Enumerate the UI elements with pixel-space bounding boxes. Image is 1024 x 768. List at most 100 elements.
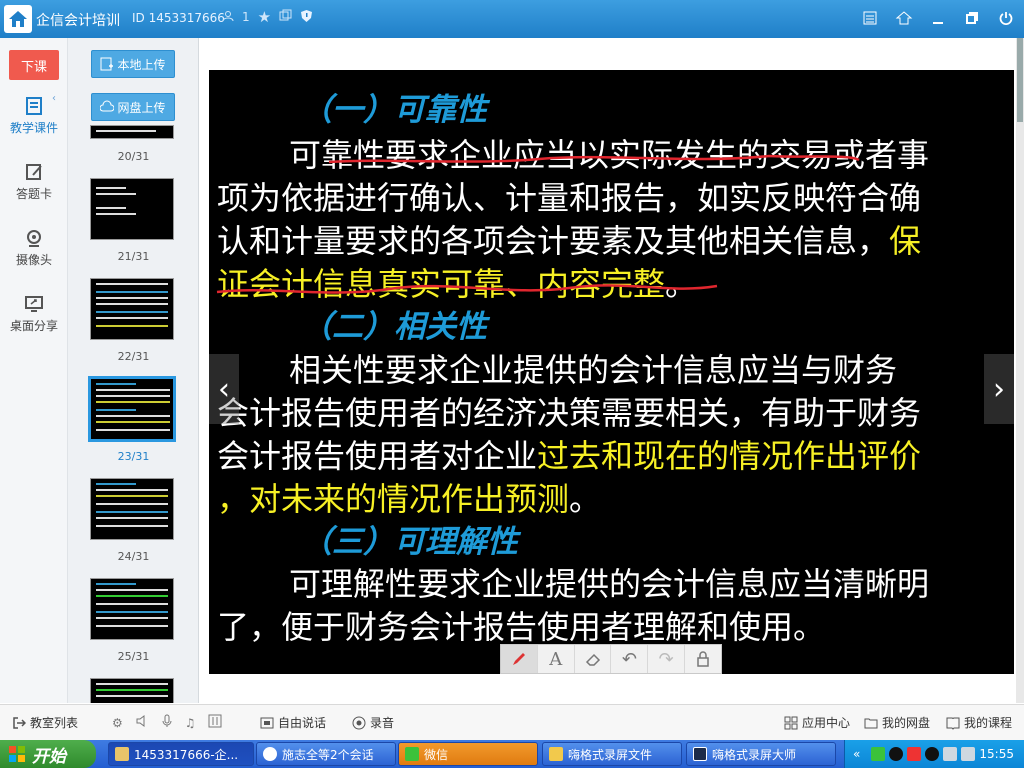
folder-icon <box>549 747 563 761</box>
annotation-underline <box>216 284 718 294</box>
page-thumbnail[interactable] <box>90 578 174 640</box>
screen-share-icon <box>25 296 43 312</box>
cloud-icon <box>100 100 115 112</box>
exit-icon <box>13 716 26 729</box>
my-drive-button[interactable]: 我的网盘 <box>864 714 930 731</box>
sidebar-item-courseware[interactable]: 教学课件 <box>0 96 68 136</box>
clock[interactable]: 15:55 <box>979 747 1014 761</box>
qq-tray-icon-2[interactable] <box>925 747 939 761</box>
sidebar-item-label: 教学课件 <box>9 121 58 135</box>
my-drive-label: 我的网盘 <box>882 716 931 730</box>
mixer-icon[interactable] <box>208 714 222 731</box>
vertical-scrollbar[interactable] <box>1016 38 1024 703</box>
undo-icon[interactable]: ↶ <box>611 645 649 673</box>
window-controls <box>858 6 1018 30</box>
my-course-label: 我的课程 <box>964 716 1013 730</box>
annotation-toolbar: A ↶ ↷ <box>500 644 722 674</box>
app-icon <box>115 747 129 761</box>
title-bar: 企信会计培训 ID 1453317666 1 ★ <box>0 0 1024 38</box>
slide-stage: （一）可靠性 可靠性要求企业应当以实际发生的交易或者事 项为依据进行确认、计量和… <box>199 38 1024 703</box>
sidebar-item-camera[interactable]: 摄像头 <box>0 228 68 268</box>
left-sidebar: 下课 ‹ 教学课件 答题卡 摄像头 桌面分享 <box>0 38 68 703</box>
my-course-button[interactable]: 我的课程 <box>946 714 1012 731</box>
slide[interactable]: （一）可靠性 可靠性要求企业应当以实际发生的交易或者事 项为依据进行确认、计量和… <box>209 70 1014 674</box>
eraser-icon[interactable] <box>575 645 612 673</box>
wechat-tray-icon[interactable] <box>871 747 885 761</box>
windows-logo-icon <box>9 746 25 762</box>
page-thumbnail[interactable] <box>90 178 174 240</box>
recorder-icon <box>693 747 707 761</box>
skin-icon[interactable] <box>892 6 916 30</box>
speaker-icon[interactable] <box>135 714 149 731</box>
copy-icon[interactable] <box>279 9 292 25</box>
chat-icon <box>263 747 277 761</box>
microphone-icon[interactable] <box>161 714 173 731</box>
wechat-icon <box>405 747 419 761</box>
sidebar-item-label: 桌面分享 <box>9 319 58 333</box>
tray-expand-icon[interactable]: « <box>853 747 860 761</box>
volume-tray-icon[interactable] <box>961 747 975 761</box>
os-taskbar: 开始 1453317666-企... 施志全等2个会话 微信 嗨格式录屏文件 嗨… <box>0 740 1024 768</box>
scrollbar-thumb[interactable] <box>1017 38 1023 122</box>
title-meta: 1 ★ <box>222 8 313 26</box>
annotation-underline <box>328 154 860 164</box>
task-label: 嗨格式录屏文件 <box>568 747 653 762</box>
local-upload-button[interactable]: 本地上传 <box>91 50 175 78</box>
taskbar-item-chat[interactable]: 施志全等2个会话 <box>256 742 396 766</box>
sidebar-item-label: 摄像头 <box>15 253 52 267</box>
home-icon[interactable] <box>4 5 32 33</box>
next-page-button[interactable]: › <box>984 354 1014 424</box>
taskbar-item-recorder[interactable]: 嗨格式录屏大师 <box>686 742 836 766</box>
music-icon[interactable]: ♫ <box>185 716 196 730</box>
record-button[interactable]: 录音 <box>352 714 394 731</box>
redo-icon[interactable]: ↷ <box>648 645 686 673</box>
sidebar-item-answer-card[interactable]: 答题卡 <box>0 162 68 202</box>
add-file-icon <box>100 57 114 71</box>
courseware-icon <box>26 97 42 115</box>
classroom-list-button[interactable]: 教室列表 <box>12 714 78 731</box>
app-center-label: 应用中心 <box>802 716 851 730</box>
restore-icon[interactable] <box>960 6 984 30</box>
courseware-panel: 本地上传 网盘上传 20/31 21/31 22/31 23/31 24/31 … <box>68 38 199 703</box>
user-icon <box>222 10 234 25</box>
sidebar-item-screen-share[interactable]: 桌面分享 <box>0 294 68 334</box>
cloud-upload-label: 网盘上传 <box>117 100 166 115</box>
lock-icon[interactable] <box>685 645 721 673</box>
star-icon[interactable]: ★ <box>258 8 271 26</box>
power-icon[interactable] <box>994 6 1018 30</box>
sidebar-item-label: 答题卡 <box>15 187 52 201</box>
pen-icon[interactable] <box>501 645 538 673</box>
record-tray-icon[interactable] <box>907 747 921 761</box>
media-controls: ⚙ ♫ <box>112 714 222 731</box>
qq-tray-icon[interactable] <box>889 747 903 761</box>
record-icon <box>352 716 366 729</box>
page-thumbnail[interactable] <box>90 478 174 540</box>
folder-icon <box>864 718 878 728</box>
task-label: 1453317666-企... <box>134 747 239 762</box>
room-id: ID 1453317666 <box>132 11 225 25</box>
app-window: 企信会计培训 ID 1453317666 1 ★ 下课 ‹ 教学课件 答题卡 摄… <box>0 0 1024 740</box>
list-icon[interactable] <box>858 6 882 30</box>
start-button[interactable]: 开始 <box>0 740 96 768</box>
taskbar-item-classroom[interactable]: 1453317666-企... <box>108 742 254 766</box>
app-center-button[interactable]: 应用中心 <box>784 714 850 731</box>
page-thumbnail[interactable] <box>90 125 174 139</box>
page-thumbnail[interactable] <box>90 678 174 703</box>
network-tray-icon[interactable] <box>943 747 957 761</box>
page-thumbnail-selected[interactable] <box>88 376 176 442</box>
taskbar-item-wechat[interactable]: 微信 <box>398 742 538 766</box>
system-tray: « 15:55 <box>844 740 1024 768</box>
text-tool-icon[interactable]: A <box>538 645 575 673</box>
end-class-button[interactable]: 下课 <box>9 50 59 80</box>
shield-icon[interactable] <box>300 9 313 26</box>
minimize-icon[interactable] <box>926 6 950 30</box>
app-title: 企信会计培训 <box>36 13 120 29</box>
cloud-upload-button[interactable]: 网盘上传 <box>91 93 175 121</box>
page-number: 24/31 <box>117 550 150 563</box>
taskbar-item-recorder-files[interactable]: 嗨格式录屏文件 <box>542 742 682 766</box>
settings-icon[interactable]: ⚙ <box>112 716 123 730</box>
free-talk-label: 自由说话 <box>278 716 327 730</box>
page-thumbnail[interactable] <box>90 278 174 340</box>
prev-page-button[interactable]: ‹ <box>209 354 239 424</box>
free-talk-button[interactable]: 自由说话 <box>260 714 326 731</box>
